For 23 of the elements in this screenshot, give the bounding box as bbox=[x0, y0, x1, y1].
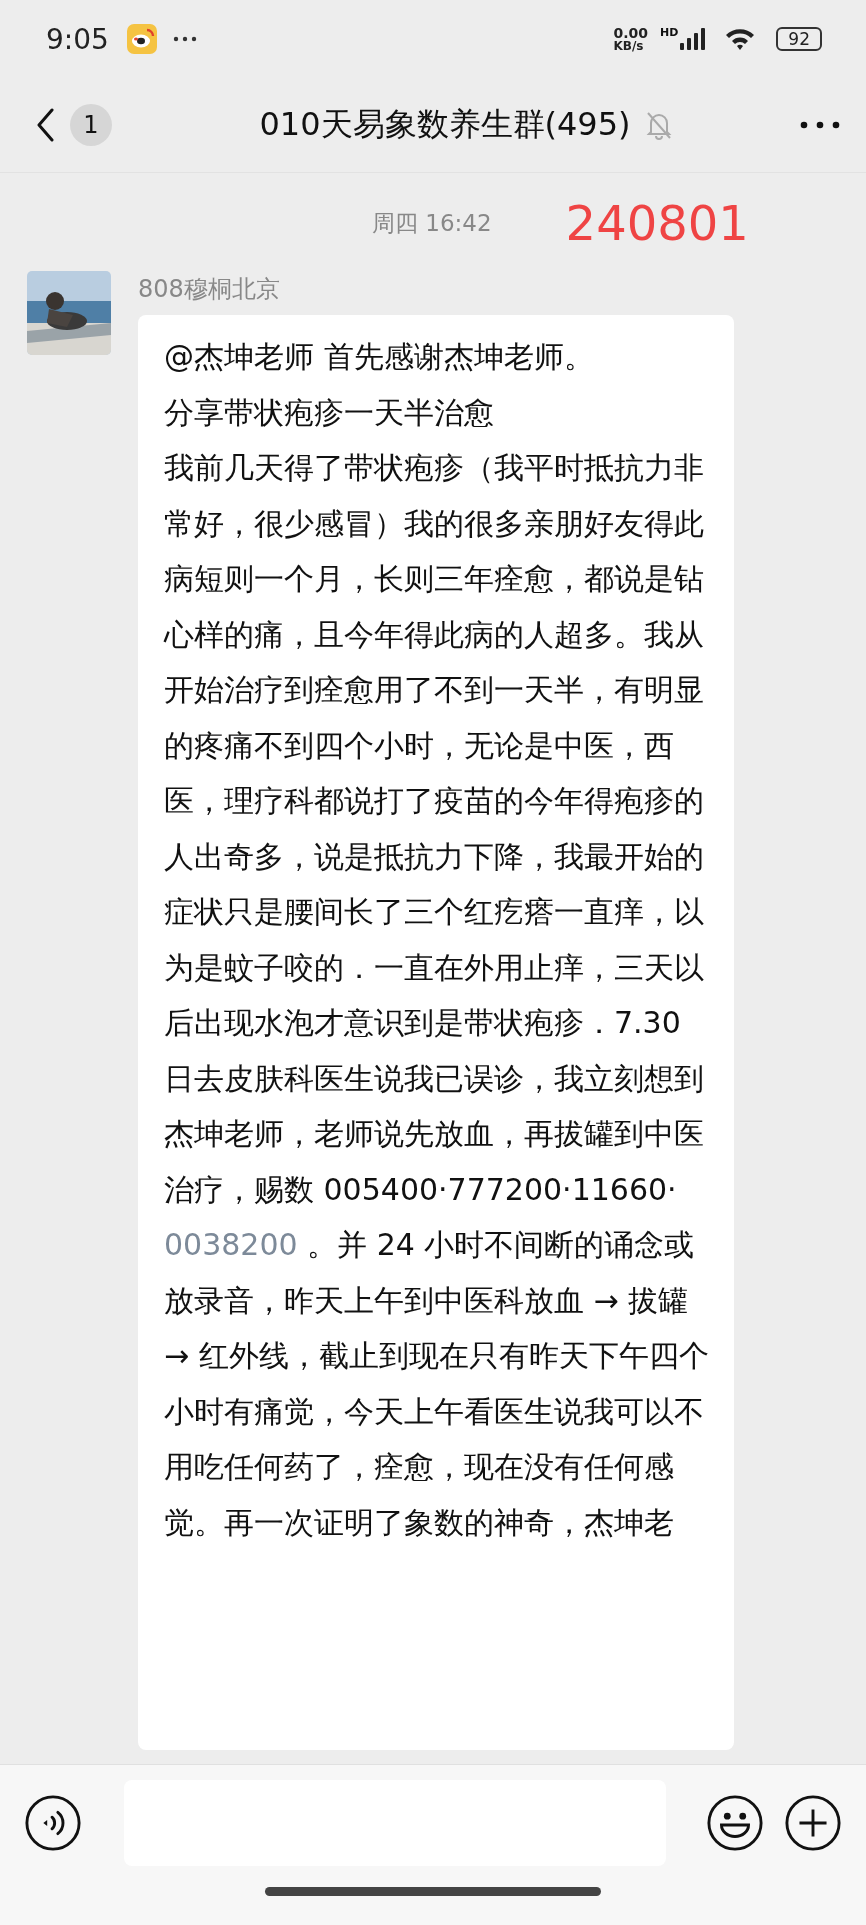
app-notification-icon bbox=[126, 24, 157, 54]
network-type: HD bbox=[660, 26, 679, 39]
wifi-icon bbox=[724, 27, 757, 51]
message-text: 分享带状疱疹一天半治愈 bbox=[164, 393, 495, 432]
number-link[interactable]: 0038200 bbox=[164, 1227, 298, 1262]
plus-icon[interactable] bbox=[784, 1794, 842, 1852]
message-text: @杰坤老师 首先感谢杰坤老师。 bbox=[164, 338, 595, 376]
signal-icon bbox=[680, 28, 707, 50]
more-notifications-icon bbox=[172, 36, 197, 42]
battery-indicator: 92 bbox=[776, 27, 822, 51]
message-timestamp: 周四 16:42 bbox=[372, 208, 492, 238]
voice-icon[interactable] bbox=[24, 1794, 82, 1852]
chat-title: 010天易象数养生群(495) bbox=[259, 104, 631, 145]
net-speed-unit: KB/s bbox=[613, 40, 645, 52]
sender-name: 808穆桐北京 bbox=[138, 274, 281, 305]
date-annotation: 240801 bbox=[565, 195, 749, 251]
more-icon[interactable] bbox=[800, 121, 840, 129]
net-speed: 0.00 bbox=[613, 26, 648, 40]
back-icon[interactable] bbox=[36, 108, 54, 142]
unread-badge: 1 bbox=[70, 104, 112, 146]
status-time: 9:05 bbox=[46, 22, 109, 56]
message-text: 我前几天得了带状疱疹（我平时抵抗力非常好，很少感冒）我的很多亲朋好友得此病短则一个月，长则三年痊愈，都说是钻心样的痛，且今年得此病的人超多。我从开始治疗到痊愈用了不到一天半，有明显的疼痛不到四个小时，无论是中医，西医，理疗科都说打了疫苗的今年得疱疹的人出奇多，说是抵抗力下降，我最开始的症状只是腰间长了三个红疙瘩一直痒，以为是蚊子咬的．一直在外用止痒，三天以后出现水泡才意识到是带状疱疹．7.30 日去皮肤科医生说我已误诊，我立刻想到杰坤老师，老师说先放血，再拔罐到中医治疗，赐数 005400·777200·11660· 0038200 。并 24 小时不间断的诵念或放录音，昨天上午到中医科放血 → 拔罐 → 红外线，截止到现在只有昨天下午四个小时有痛觉，今天上午看医生说我可以不用吃任何药了，痊愈，现在没有任何感觉。再一次证明了象数的神奇，杰坤老 bbox=[164, 449, 710, 1542]
emoji-icon[interactable] bbox=[706, 1794, 764, 1852]
